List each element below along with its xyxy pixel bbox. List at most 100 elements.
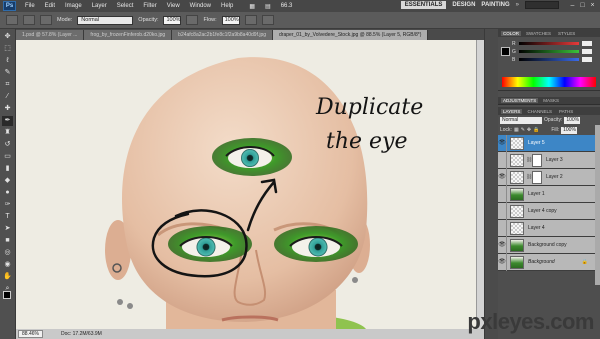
- search-input[interactable]: [525, 1, 559, 9]
- layer-thumbnail[interactable]: [510, 153, 524, 167]
- visibility-eye-icon[interactable]: [498, 185, 507, 203]
- menu-view[interactable]: View: [162, 3, 185, 9]
- bridge-icon[interactable]: ▦: [244, 3, 260, 10]
- blue-slider[interactable]: B: [512, 57, 596, 63]
- menu-filter[interactable]: Filter: [138, 3, 161, 9]
- green-slider-track[interactable]: [519, 50, 579, 53]
- workspace-essentials-button[interactable]: ESSENTIALS: [400, 1, 447, 9]
- layer-thumbnail[interactable]: [510, 204, 524, 218]
- layer-row[interactable]: 👁 Background 🔒: [498, 253, 600, 271]
- menu-help[interactable]: Help: [216, 3, 238, 9]
- layer-opacity-field[interactable]: 100%: [564, 116, 581, 124]
- airbrush-icon[interactable]: [244, 15, 257, 25]
- color-spectrum[interactable]: [502, 77, 596, 87]
- pressure-opacity-icon[interactable]: [186, 15, 199, 25]
- lock-transparent-icon[interactable]: ▦: [514, 127, 519, 133]
- tool-preset-icon[interactable]: [6, 15, 18, 25]
- visibility-eye-icon[interactable]: [498, 219, 507, 237]
- mask-link-icon[interactable]: ⛓: [526, 174, 532, 180]
- quick-select-tool-icon[interactable]: ✎: [2, 68, 13, 78]
- lock-position-icon[interactable]: ✥: [527, 127, 531, 133]
- visibility-eye-icon[interactable]: [498, 151, 507, 169]
- brush-panel-icon[interactable]: [40, 15, 52, 25]
- hand-tool-icon[interactable]: ✋: [2, 272, 13, 282]
- visibility-eye-icon[interactable]: 👁: [498, 168, 507, 186]
- green-value-field[interactable]: [582, 49, 592, 54]
- 3d-orbit-tool-icon[interactable]: ◉: [2, 260, 13, 270]
- lock-pixels-icon[interactable]: ✎: [521, 127, 525, 133]
- lock-all-icon[interactable]: 🔒: [533, 127, 539, 133]
- layer-thumbnail[interactable]: [510, 187, 524, 201]
- layer-row[interactable]: 👁 Layer 5: [498, 134, 600, 152]
- document-tab[interactable]: b24afc8a2ac2b1fe8c1f2a9b8a40d9f.jpg: [172, 30, 274, 40]
- pressure-size-icon[interactable]: [261, 15, 274, 25]
- blue-slider-track[interactable]: [519, 58, 579, 61]
- document-tab[interactable]: frog_by_frozenFinferob.d20ko.jpg: [84, 30, 173, 40]
- healing-tool-icon[interactable]: ✚: [2, 104, 13, 114]
- layer-row[interactable]: Layer 4: [498, 219, 600, 237]
- tab-masks[interactable]: MASKS: [541, 98, 561, 103]
- eyedropper-tool-icon[interactable]: ⁄: [2, 92, 13, 102]
- crop-tool-icon[interactable]: ⌗: [2, 80, 13, 90]
- green-slider[interactable]: G: [512, 49, 596, 55]
- visibility-eye-icon[interactable]: [498, 202, 507, 220]
- color-panel-foreground-swatch[interactable]: [501, 47, 510, 56]
- layers-scrollbar[interactable]: [595, 125, 600, 285]
- foreground-color-swatch[interactable]: [3, 291, 11, 299]
- document-tab[interactable]: 1.psd @ 57.8% (Layer ...: [16, 30, 85, 40]
- zoom-level-field[interactable]: 66.3: [276, 3, 298, 9]
- type-tool-icon[interactable]: T: [2, 212, 13, 222]
- flow-field[interactable]: 100%: [221, 15, 240, 25]
- tab-channels[interactable]: CHANNELS: [525, 109, 554, 114]
- red-slider[interactable]: R: [512, 41, 596, 47]
- maximize-icon[interactable]: □: [579, 2, 586, 9]
- menu-select[interactable]: Select: [112, 3, 139, 9]
- canvas-vertical-scrollbar[interactable]: [476, 40, 484, 329]
- brush-tool-icon[interactable]: ✒: [2, 116, 13, 126]
- visibility-eye-icon[interactable]: 👁: [498, 236, 507, 254]
- workspace-painting-button[interactable]: PAINTING: [481, 2, 509, 8]
- marquee-tool-icon[interactable]: ⬚: [2, 44, 13, 54]
- layer-thumbnail[interactable]: [510, 136, 524, 150]
- mode-select[interactable]: Normal: [77, 15, 134, 25]
- document-tab-active[interactable]: draper_01_by_Volvedere_Stock.jpg @ 88.5%…: [273, 30, 429, 40]
- mask-link-icon[interactable]: ⛓: [526, 157, 532, 163]
- blue-value-field[interactable]: [582, 57, 592, 62]
- layer-thumbnail[interactable]: [510, 238, 524, 252]
- layer-row[interactable]: Layer 4 copy: [498, 202, 600, 220]
- tab-color[interactable]: COLOR: [501, 30, 522, 36]
- fill-field[interactable]: 100%: [561, 126, 578, 134]
- status-doc-size[interactable]: Doc: 17.2M/63.9M: [61, 331, 102, 337]
- tab-paths[interactable]: PATHS: [557, 109, 575, 114]
- blur-tool-icon[interactable]: ◆: [2, 176, 13, 186]
- layer-mask-thumbnail[interactable]: [532, 153, 542, 167]
- layer-mask-thumbnail[interactable]: [532, 170, 542, 184]
- menu-layer[interactable]: Layer: [87, 3, 112, 9]
- layer-row[interactable]: 👁 Background copy: [498, 236, 600, 254]
- menu-edit[interactable]: Edit: [40, 3, 60, 9]
- eraser-tool-icon[interactable]: ▭: [2, 152, 13, 162]
- tab-adjustments[interactable]: ADJUSTMENTS: [501, 98, 539, 103]
- layer-row[interactable]: ⛓ Layer 3: [498, 151, 600, 169]
- more-workspaces-chevron-icon[interactable]: »: [516, 2, 519, 8]
- tab-layers[interactable]: LAYERS: [501, 108, 523, 114]
- visibility-eye-icon[interactable]: 👁: [498, 253, 507, 271]
- 3d-rotate-tool-icon[interactable]: ◎: [2, 248, 13, 258]
- move-tool-icon[interactable]: ✥: [2, 32, 13, 42]
- status-zoom-field[interactable]: 88.46%: [18, 330, 43, 338]
- blend-mode-select[interactable]: Normal: [500, 116, 542, 124]
- lasso-tool-icon[interactable]: ℓ: [2, 56, 13, 66]
- red-value-field[interactable]: [582, 41, 592, 46]
- dodge-tool-icon[interactable]: ●: [2, 188, 13, 198]
- menu-window[interactable]: Window: [185, 3, 216, 9]
- document-canvas[interactable]: Duplicate the eye: [16, 40, 484, 329]
- gradient-tool-icon[interactable]: ▮: [2, 164, 13, 174]
- history-brush-tool-icon[interactable]: ↺: [2, 140, 13, 150]
- visibility-eye-icon[interactable]: 👁: [498, 134, 507, 152]
- layer-thumbnail[interactable]: [510, 255, 524, 269]
- menu-image[interactable]: Image: [60, 3, 87, 9]
- layer-thumbnail[interactable]: [510, 221, 524, 235]
- tab-swatches[interactable]: SWATCHES: [524, 31, 553, 36]
- pen-tool-icon[interactable]: ✑: [2, 200, 13, 210]
- tab-styles[interactable]: STYLES: [556, 31, 577, 36]
